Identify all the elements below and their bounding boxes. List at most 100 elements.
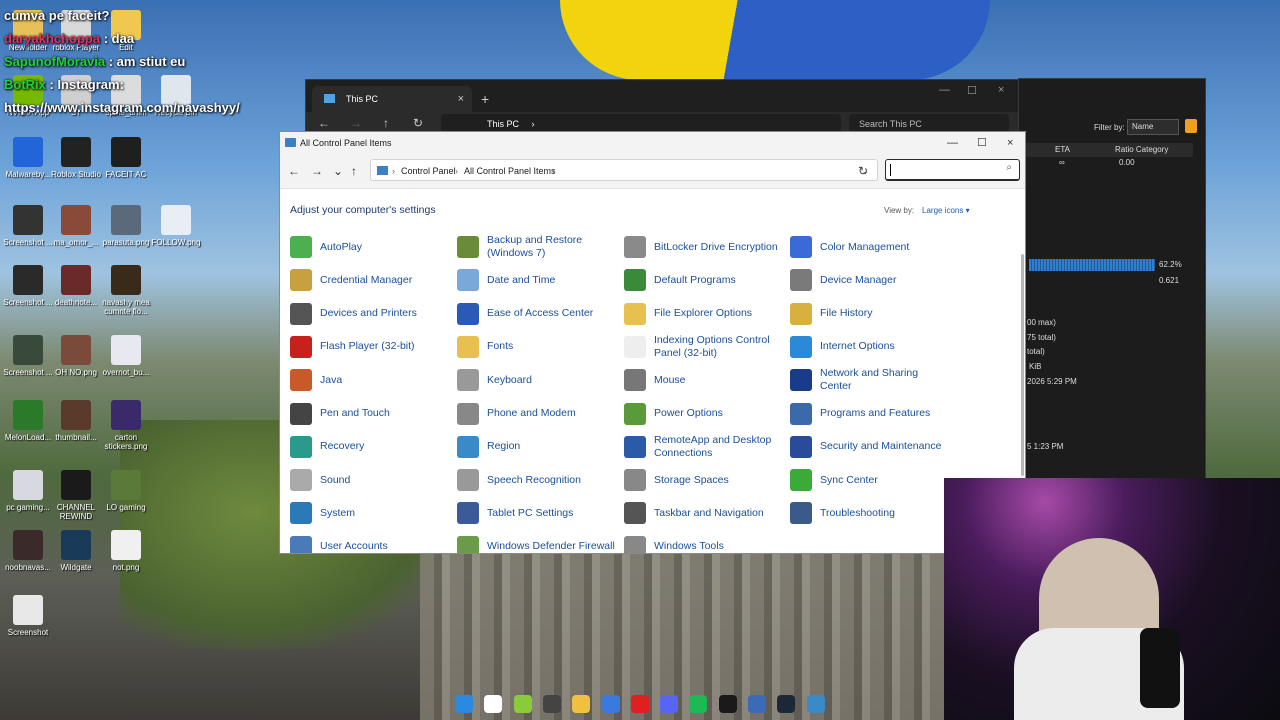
control-panel-item[interactable]: Security and Maintenance <box>790 432 950 462</box>
up-button[interactable]: ↑ <box>351 164 357 178</box>
control-panel-item[interactable]: Fonts <box>457 332 617 362</box>
forward-button[interactable]: → <box>311 164 323 178</box>
control-panel-item[interactable]: Device Manager <box>790 265 950 295</box>
control-panel-item[interactable]: Pen and Touch <box>290 399 450 429</box>
desktop-icon[interactable]: OH NO.png <box>48 335 104 377</box>
control-panel-item[interactable]: File History <box>790 299 950 329</box>
back-button[interactable]: ← <box>288 164 300 178</box>
control-panel-item[interactable]: Keyboard <box>457 365 617 395</box>
new-tab-button[interactable]: + <box>481 86 489 112</box>
start-icon[interactable] <box>455 695 473 713</box>
view-by-dropdown[interactable]: Large icons ▾ <box>922 206 970 215</box>
control-panel-item[interactable]: Backup and Restore (Windows 7) <box>457 232 617 262</box>
control-panel-item[interactable]: Network and Sharing Center <box>790 365 950 395</box>
breadcrumb-control-panel[interactable]: Control Panel <box>401 160 456 182</box>
up-button[interactable]: ↑ <box>383 116 389 130</box>
control-panel-item[interactable]: Storage Spaces <box>624 465 784 495</box>
desktop-icon[interactable]: CHANNEL REWIND <box>48 470 104 521</box>
control-panel-item[interactable]: Ease of Access Center <box>457 299 617 329</box>
close-tab-icon[interactable]: × <box>458 86 464 112</box>
desktop-icon[interactable]: Screenshot <box>0 595 56 637</box>
control-panel-item[interactable]: Date and Time <box>457 265 617 295</box>
desktop-icon[interactable]: not.png <box>98 530 154 572</box>
notepad-icon[interactable] <box>513 695 532 713</box>
maximize-button[interactable]: ☐ <box>967 84 977 97</box>
desktop-icon[interactable]: navashy mea cumnte flo... <box>98 265 154 316</box>
spotify-icon[interactable] <box>689 695 708 713</box>
scrollbar[interactable] <box>1021 254 1024 476</box>
control-panel-item[interactable]: Recovery <box>290 432 450 462</box>
forward-button[interactable]: → <box>350 116 362 130</box>
desktop-icon[interactable]: ma_omor_... <box>48 205 104 247</box>
close-button[interactable]: × <box>998 84 1004 96</box>
breadcrumb-all-items[interactable]: All Control Panel Items <box>464 160 556 182</box>
remote-desktop-icon[interactable] <box>806 695 825 713</box>
control-panel-item[interactable]: Mouse <box>624 365 784 395</box>
control-panel-item[interactable]: Flash Player (32-bit) <box>290 332 450 362</box>
chrome-icon[interactable] <box>601 695 620 713</box>
control-panel-item[interactable]: RemoteApp and Desktop Connections <box>624 432 784 462</box>
desktop-icon[interactable]: parasuta.png <box>98 205 154 247</box>
minimize-button[interactable]: — <box>947 132 958 154</box>
column-ratio-category[interactable]: Ratio Category <box>1115 145 1168 154</box>
search-icon[interactable] <box>484 695 503 713</box>
desktop-icon[interactable]: LO gaming <box>98 470 154 512</box>
control-panel-item[interactable]: Programs and Features <box>790 399 950 429</box>
desktop-icon[interactable]: FACEIT AC <box>98 137 154 179</box>
control-panel-item[interactable]: Java <box>290 365 450 395</box>
item-icon <box>457 369 479 392</box>
discord-icon[interactable] <box>660 695 679 713</box>
refresh-button[interactable]: ↻ <box>858 164 868 178</box>
control-panel-item[interactable]: Sync Center <box>790 465 950 495</box>
desktop-icon[interactable]: Wildgate <box>48 530 104 572</box>
desktop-icon[interactable]: FOLLOW.png <box>148 205 204 247</box>
control-panel-item[interactable]: Windows Tools <box>624 532 784 553</box>
control-panel-item[interactable]: Default Programs <box>624 265 784 295</box>
control-panel-item[interactable]: System <box>290 498 450 528</box>
maximize-button[interactable]: ☐ <box>977 132 987 154</box>
tab-this-pc[interactable]: This PC × <box>312 86 472 112</box>
close-button[interactable]: × <box>1007 132 1013 154</box>
control-panel-item[interactable]: Credential Manager <box>290 265 450 295</box>
control-panel-item[interactable]: Taskbar and Navigation <box>624 498 784 528</box>
youtube-icon[interactable] <box>630 695 649 713</box>
torrent-window[interactable]: Filter by: Name ETA Ratio Category ∞ 0.0… <box>1018 78 1206 480</box>
desktop-icon[interactable]: carton stickers.png <box>98 400 154 451</box>
control-panel-item[interactable]: User Accounts <box>290 532 450 553</box>
control-panel-item[interactable]: Internet Options <box>790 332 950 362</box>
recent-locations-icon[interactable]: ⌄ <box>333 164 343 178</box>
control-panel-item[interactable]: Speech Recognition <box>457 465 617 495</box>
control-panel-item[interactable]: Color Management <box>790 232 950 262</box>
obs-icon[interactable] <box>542 695 561 713</box>
search-input[interactable]: ⌕ <box>885 159 1020 181</box>
control-panel-window[interactable]: All Control Panel Items — ☐ × ← → ⌄ ↑ › … <box>279 131 1026 554</box>
minimize-button[interactable]: — <box>939 84 950 96</box>
control-panel-item[interactable]: Power Options <box>624 399 784 429</box>
address-bar[interactable]: › Control Panel › All Control Panel Item… <box>370 159 878 181</box>
control-panel-item[interactable]: Indexing Options Control Panel (32-bit) <box>624 332 784 362</box>
control-panel-item[interactable]: BitLocker Drive Encryption <box>624 232 784 262</box>
desktop-icon[interactable]: overnot_bu... <box>98 335 154 377</box>
control-panel-item[interactable]: Devices and Printers <box>290 299 450 329</box>
tiktok-icon[interactable] <box>718 695 737 713</box>
control-panel-item[interactable]: AutoPlay <box>290 232 450 262</box>
desktop-icon[interactable]: deathnote... <box>48 265 104 307</box>
filter-select[interactable]: Name <box>1127 119 1179 135</box>
control-panel-item[interactable]: Sound <box>290 465 450 495</box>
lock-icon[interactable] <box>1185 119 1197 133</box>
control-panel-item[interactable]: Phone and Modem <box>457 399 617 429</box>
column-eta[interactable]: ETA <box>1055 145 1070 154</box>
steam-icon[interactable] <box>777 695 796 713</box>
control-panel-item[interactable]: Troubleshooting <box>790 498 950 528</box>
desktop-icon[interactable]: thumbnail... <box>48 400 104 442</box>
control-panel-item[interactable]: Tablet PC Settings <box>457 498 617 528</box>
control-panel-item[interactable]: Region <box>457 432 617 462</box>
control-panel-item[interactable]: Windows Defender Firewall <box>457 532 617 553</box>
refresh-button[interactable]: ↻ <box>413 116 423 130</box>
control-panel-item[interactable]: File Explorer Options <box>624 299 784 329</box>
desktop-icon[interactable]: Roblox Studio <box>48 137 104 179</box>
qbittorrent-icon[interactable] <box>748 695 766 713</box>
back-button[interactable]: ← <box>318 116 330 130</box>
desktop-icon-image <box>61 470 91 500</box>
file-explorer-icon[interactable] <box>572 695 591 713</box>
